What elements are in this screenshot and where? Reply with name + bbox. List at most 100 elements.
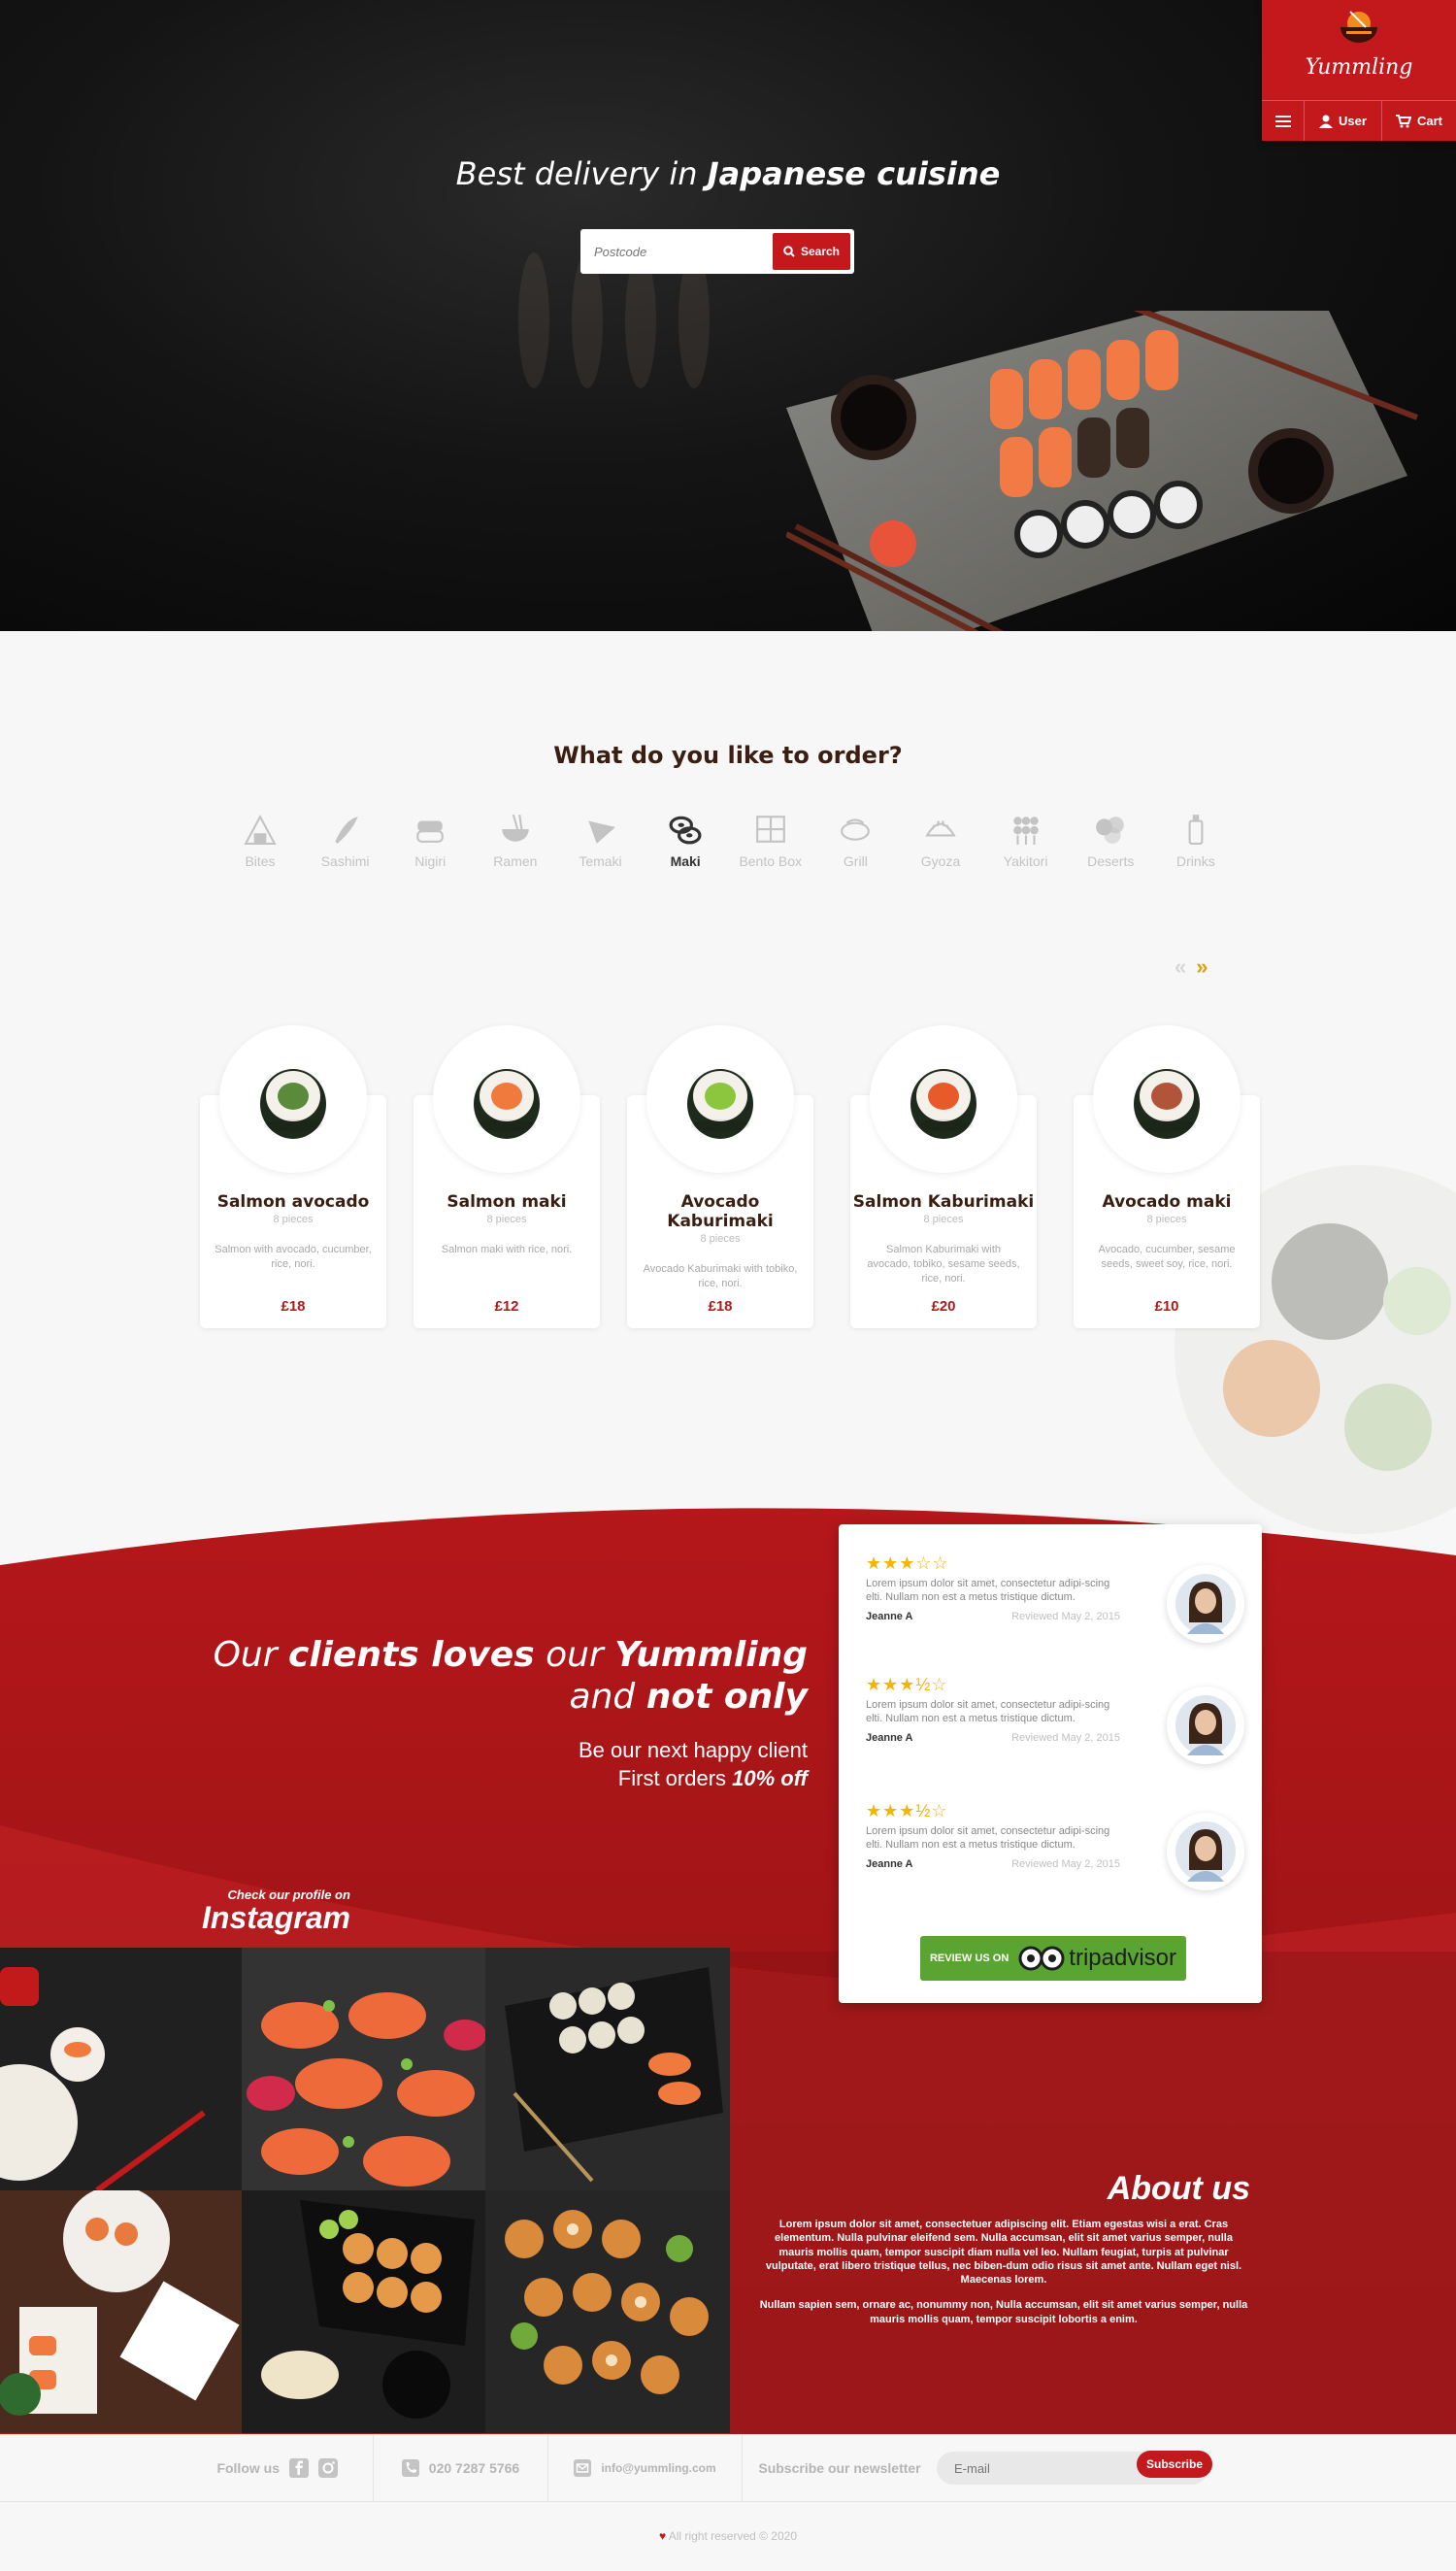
instagram-label: Check our profile on Instagram [202, 1887, 350, 1933]
category-tab-yakitori[interactable]: Yakitori [984, 811, 1068, 869]
product-description: Salmon with avocado, cucumber, rice, nor… [215, 1244, 372, 1270]
category-tab-bites[interactable]: Bites [218, 811, 302, 869]
user-button[interactable]: User [1305, 101, 1382, 141]
brand-name: Yummling [1305, 55, 1413, 80]
review-date: Reviewed May 2, 2015 [1011, 1731, 1120, 1744]
sushi-board-image [786, 311, 1419, 631]
review-text: Lorem ipsum dolor sit amet, consectetur … [866, 1825, 1110, 1851]
category-label: Deserts [1087, 853, 1135, 869]
logo[interactable]: Yummling [1262, 10, 1456, 80]
clients-promo: Our clients loves our Yummling and not o… [214, 1634, 808, 1793]
product-name: Salmon avocado [216, 1192, 370, 1212]
hero-title: Best delivery in Japanese cuisine [455, 155, 1001, 192]
mail-icon [574, 2459, 592, 2477]
product-name: Salmon maki [447, 1192, 567, 1212]
tripadvisor-button[interactable]: REVIEW US ON tripadvisor [920, 1936, 1186, 1981]
gallery-photo[interactable] [242, 1948, 485, 2190]
product-card[interactable]: Avocado Kaburimaki 8 pieces Avocado Kaburi… [627, 1025, 813, 1328]
footer-email[interactable]: info@yummling.com [548, 2434, 743, 2502]
product-card[interactable]: Salmon avocado 8 pieces Salmon with avocad… [200, 1025, 386, 1328]
category-tab-drinks[interactable]: Drinks [1154, 811, 1238, 869]
menu-button[interactable] [1262, 101, 1305, 141]
yakitori-icon [1012, 817, 1039, 845]
product-price: £12 [494, 1298, 519, 1315]
product-pieces: 8 pieces [700, 1233, 741, 1245]
review-item: ★★★☆☆ Lorem ipsum dolor sit amet, consect… [866, 1553, 1244, 1651]
product-image [219, 1025, 367, 1173]
product-description: Avocado, cucumber, sesame seeds, sweet s… [1098, 1244, 1236, 1270]
maki-icon [669, 816, 702, 845]
subscribe-button[interactable]: Subscribe [1137, 2451, 1213, 2478]
phone-icon [401, 2459, 419, 2477]
gallery-photo[interactable] [485, 2190, 730, 2433]
instagram-title[interactable]: Instagram [202, 1902, 350, 1933]
product-name: Salmon Kaburimaki [852, 1192, 1035, 1212]
facebook-icon[interactable] [289, 2458, 309, 2478]
product-card[interactable]: Salmon Kaburimaki 8 pieces Salmon Kaburima… [850, 1025, 1037, 1328]
category-tab-grill[interactable]: Grill [813, 811, 897, 869]
product-carousel: Salmon avocado 8 pieces Salmon with avocad… [200, 1025, 1260, 1328]
gallery-photo[interactable] [242, 2190, 485, 2433]
category-label: Bento Box [739, 853, 803, 869]
product-pieces: 8 pieces [486, 1214, 527, 1225]
product-price: £10 [1154, 1298, 1179, 1315]
category-tab-ramen[interactable]: Ramen [474, 811, 557, 869]
category-tab-nigiri[interactable]: Nigiri [388, 811, 472, 869]
onigiri-icon [244, 815, 277, 845]
product-pieces: 8 pieces [1146, 1214, 1187, 1225]
category-tab-maki[interactable]: Maki [644, 811, 727, 869]
postcode-input[interactable] [582, 233, 773, 270]
category-label: Drinks [1176, 853, 1215, 869]
review-item: ★★★½☆ Lorem ipsum dolor sit amet, consect… [866, 1675, 1244, 1772]
review-text: Lorem ipsum dolor sit amet, consectetur … [866, 1699, 1110, 1724]
footer-phone[interactable]: 020 7287 5766 [374, 2434, 548, 2502]
carousel-prev-button[interactable]: « [1175, 954, 1186, 980]
postcode-search: Search [580, 229, 854, 274]
category-label: Yakitori [1003, 853, 1048, 869]
follow-label: Follow us [216, 2460, 280, 2476]
category-tabs: Bites Sashimi Nigiri Ramen Temaki Maki Bento B… [218, 811, 1238, 869]
instagram-icon[interactable] [318, 2458, 338, 2478]
sashimi-icon [335, 817, 358, 844]
cart-icon [1395, 114, 1411, 127]
cart-button[interactable]: Cart [1382, 101, 1456, 141]
heart-icon: ♥ [658, 2529, 667, 2543]
category-label: Nigiri [414, 853, 447, 869]
product-pieces: 8 pieces [923, 1214, 964, 1225]
email-address: info@yummling.com [601, 2461, 716, 2475]
avatar [1167, 1565, 1244, 1643]
phone-number: 020 7287 5766 [428, 2460, 520, 2476]
product-name: Avocado Kaburimaki [667, 1192, 774, 1231]
category-tab-deserts[interactable]: Deserts [1069, 811, 1152, 869]
product-description: Salmon maki with rice, nori. [441, 1244, 573, 1255]
carousel-arrows: « » [1175, 954, 1208, 980]
category-tab-temaki[interactable]: Temaki [559, 811, 643, 869]
product-price: £20 [931, 1298, 956, 1315]
grill-icon [841, 818, 871, 841]
product-card[interactable]: Salmon maki 8 pieces Salmon maki with rice… [414, 1025, 600, 1328]
desserts-icon [1096, 817, 1125, 844]
hamburger-icon [1274, 115, 1291, 127]
avatar [1167, 1686, 1244, 1764]
category-tab-gyoza[interactable]: Gyoza [899, 811, 982, 869]
copyright: ♥ All right reserved © 2020 [658, 2529, 798, 2543]
review-text: Lorem ipsum dolor sit amet, consectetur … [866, 1578, 1110, 1603]
logo-bowl-icon [1340, 11, 1377, 43]
search-button[interactable]: Search [773, 233, 850, 270]
top-nav: User Cart [1262, 100, 1456, 141]
gallery-photo[interactable] [0, 1948, 242, 2190]
newsletter-label: Subscribe our newsletter [758, 2460, 921, 2476]
category-label: Bites [245, 853, 276, 869]
product-name: Avocado maki [1102, 1192, 1232, 1212]
category-tab-sashimi[interactable]: Sashimi [304, 811, 387, 869]
category-tab-bento-box[interactable]: Bento Box [729, 811, 812, 869]
product-card[interactable]: Avocado maki 8 pieces Avocado, cucumber, s… [1074, 1025, 1260, 1328]
footer-bar: Follow us 020 7287 5766 info@yummling.co… [0, 2434, 1456, 2502]
gallery-photo[interactable] [485, 1948, 730, 2190]
tripadvisor-review-label: REVIEW US ON [929, 1953, 1009, 1964]
product-image [433, 1025, 580, 1173]
clients-heading: Our clients loves our Yummling and not o… [213, 1635, 808, 1718]
gallery-photo[interactable] [0, 2190, 242, 2433]
carousel-next-button[interactable]: » [1196, 954, 1208, 980]
about-title: About us [1107, 2170, 1250, 2207]
